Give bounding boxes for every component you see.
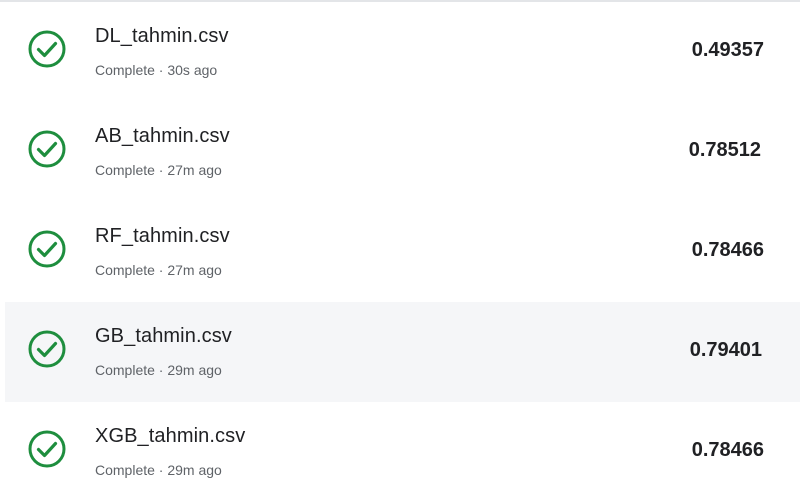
submission-score: 0.78512 [688, 139, 761, 161]
submission-score: 0.79401 [689, 339, 762, 361]
submission-filename[interactable]: XGB_tahmin.csv [95, 425, 245, 448]
submission-status: Complete · 29m ago [95, 462, 222, 478]
submission-score: 0.78466 [691, 239, 764, 261]
submission-row[interactable]: AB_tahmin.csv Complete · 27m ago 0.78512 [0, 102, 800, 202]
submission-filename[interactable]: GB_tahmin.csv [95, 325, 232, 348]
submission-status: Complete · 27m ago [95, 262, 222, 278]
submission-list: DL_tahmin.csv Complete · 30s ago 0.49357… [0, 2, 800, 502]
submission-score: 0.49357 [691, 39, 764, 61]
submission-score: 0.78466 [691, 439, 764, 461]
submission-row[interactable]: RF_tahmin.csv Complete · 27m ago 0.78466 [0, 202, 800, 302]
check-circle-icon [28, 130, 66, 168]
submission-row[interactable]: DL_tahmin.csv Complete · 30s ago 0.49357 [0, 2, 800, 102]
submission-filename[interactable]: DL_tahmin.csv [95, 25, 229, 48]
check-circle-icon [28, 30, 66, 68]
submission-status: Complete · 27m ago [95, 162, 222, 178]
submission-filename[interactable]: AB_tahmin.csv [95, 125, 230, 148]
submission-status: Complete · 29m ago [95, 362, 222, 378]
check-circle-icon [28, 430, 66, 468]
row-hover-background [5, 302, 800, 402]
check-circle-icon [28, 330, 66, 368]
submission-filename[interactable]: RF_tahmin.csv [95, 225, 230, 248]
submission-row[interactable]: XGB_tahmin.csv Complete · 29m ago 0.7846… [0, 402, 800, 502]
submission-status: Complete · 30s ago [95, 62, 218, 78]
submission-row-hovered[interactable]: GB_tahmin.csv Complete · 29m ago 0.79401 [0, 302, 800, 402]
check-circle-icon [28, 230, 66, 268]
